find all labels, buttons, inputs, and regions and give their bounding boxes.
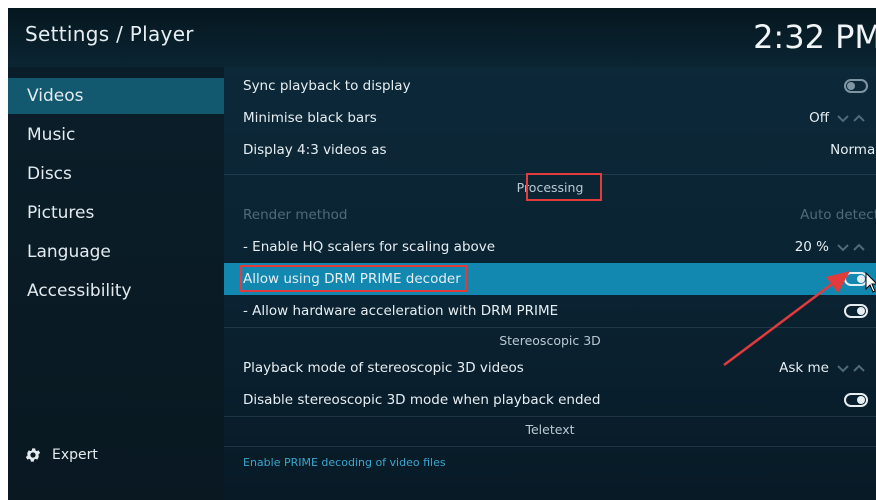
annotation-arrow-icon: [723, 271, 850, 366]
setting-label: Minimise black bars: [243, 110, 377, 126]
setting-value: 20 %: [794, 239, 829, 255]
kodi-screen: Settings / Player 2:32 PM Videos Music D…: [8, 8, 876, 500]
toggle-knob: [857, 396, 865, 404]
setting-label: Sync playback to display: [243, 78, 411, 94]
setting-hq-scalers[interactable]: - Enable HQ scalers for scaling above 20…: [224, 231, 876, 263]
expert-level-button[interactable]: Expert: [24, 443, 98, 467]
setting-label: - Enable HQ scalers for scaling above: [243, 239, 496, 255]
setting-minimise-black-bars[interactable]: Minimise black bars Off: [224, 102, 876, 134]
settings-list: Sync playback to display Minimise black …: [224, 67, 876, 500]
setting-description: Enable PRIME decoding of video files: [243, 456, 446, 469]
setting-value: Auto detect: [800, 207, 876, 223]
section-header-teletext: Teletext: [224, 416, 876, 443]
sidebar-item-language[interactable]: Language: [8, 234, 224, 270]
setting-label: Display 4:3 videos as: [243, 142, 387, 158]
expert-label: Expert: [52, 447, 98, 463]
setting-disable-stereo-end[interactable]: Disable stereoscopic 3D mode when playba…: [224, 384, 876, 416]
setting-label: - Allow hardware acceleration with DRM P…: [243, 303, 559, 319]
annotation-box-drm-decoder: [240, 265, 467, 292]
gear-icon: [25, 448, 41, 462]
setting-label: Render method: [243, 207, 348, 223]
setting-value: Off: [809, 110, 829, 126]
setting-sync-playback[interactable]: Sync playback to display: [224, 70, 876, 102]
header: Settings / Player 2:32 PM: [8, 8, 876, 67]
mouse-cursor-icon: [865, 272, 876, 293]
setting-render-method: Render method Auto detect: [224, 199, 876, 231]
setting-label: Disable stereoscopic 3D mode when playba…: [243, 392, 601, 408]
sidebar-item-videos[interactable]: Videos: [8, 78, 224, 114]
clock: 2:32 PM: [753, 18, 876, 56]
divider: [224, 446, 876, 447]
setting-label: Playback mode of stereoscopic 3D videos: [243, 360, 524, 376]
chevron-spinner-icon[interactable]: [836, 242, 868, 254]
sidebar-item-pictures[interactable]: Pictures: [8, 195, 224, 231]
sidebar-item-accessibility[interactable]: Accessibility: [8, 273, 224, 309]
toggle-knob: [847, 82, 855, 90]
setting-display-43[interactable]: Display 4:3 videos as Normal: [224, 134, 876, 166]
toggle-switch[interactable]: [844, 393, 868, 407]
sidebar: Videos Music Discs Pictures Language Acc…: [8, 67, 224, 500]
breadcrumb: Settings / Player: [25, 22, 194, 46]
sidebar-item-discs[interactable]: Discs: [8, 156, 224, 192]
chevron-spinner-icon[interactable]: [836, 113, 868, 125]
toggle-switch[interactable]: [844, 79, 868, 93]
annotation-box-processing: [526, 173, 602, 201]
setting-value: Normal: [830, 142, 876, 158]
sidebar-item-music[interactable]: Music: [8, 117, 224, 153]
